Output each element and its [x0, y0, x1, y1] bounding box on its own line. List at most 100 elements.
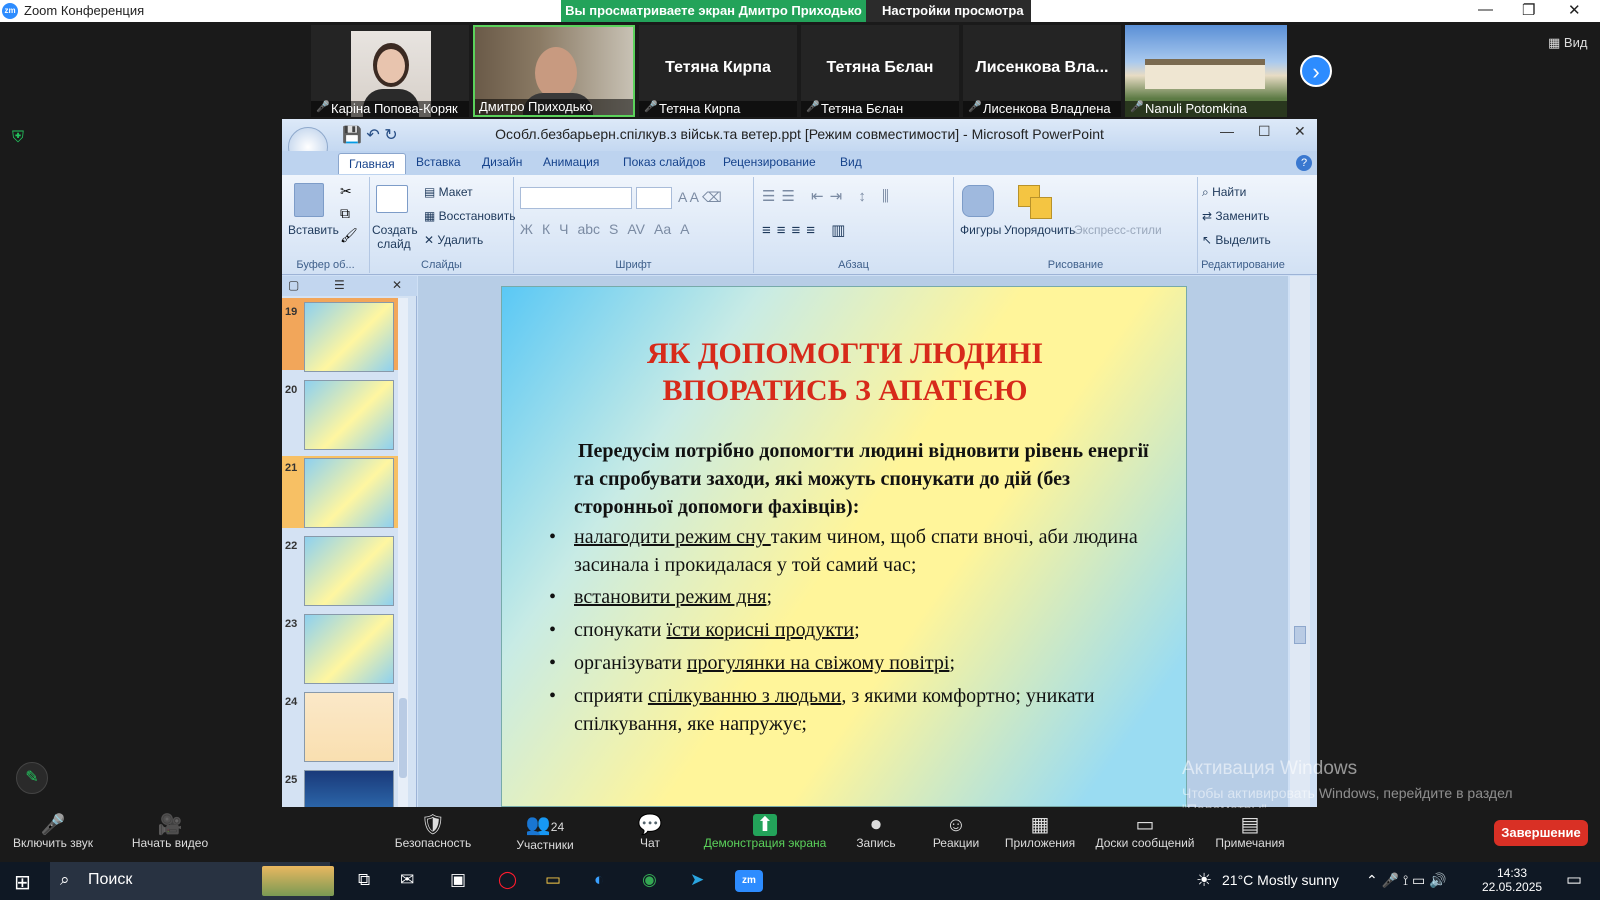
save-icon[interactable]: 💾	[342, 127, 362, 144]
view-settings-button[interactable]: Настройки просмотра ⌄	[866, 0, 1031, 40]
view-button[interactable]: ▦ Вид	[1548, 35, 1587, 51]
annotate-pencil-icon[interactable]: ✎	[16, 762, 48, 794]
store-icon[interactable]: ▣	[450, 870, 466, 890]
panel-close-icon[interactable]: ✕	[392, 278, 402, 292]
font-name-input[interactable]	[520, 187, 632, 209]
slide-thumbnail[interactable]	[304, 692, 394, 762]
security-button[interactable]: 🛡 Безопасность	[388, 814, 478, 850]
paste-button[interactable]: Вставить	[288, 223, 339, 237]
find-button[interactable]: ⌕ Найти	[1202, 185, 1246, 200]
participant-tile[interactable]: Тетяна Кирпа 🎤 Тетяна Кирпа	[639, 25, 797, 117]
outline-tab-icon[interactable]: ☰	[334, 278, 345, 292]
clock[interactable]: 14:33 22.05.2025	[1482, 866, 1542, 894]
cut-icon[interactable]: ✂	[340, 183, 352, 200]
opera-icon[interactable]: ◯	[498, 870, 517, 890]
strikethrough-button[interactable]: abc	[577, 221, 600, 237]
video-off-icon: 🎥	[157, 814, 183, 836]
layout-button[interactable]: ▤ Макет	[424, 185, 473, 199]
current-slide[interactable]: ЯК ДОПОМОГТИ ЛЮДИНІ ВПОРАТИСЬ З АПАТІЄЮ …	[501, 286, 1187, 807]
chat-button[interactable]: 💬 Чат	[620, 814, 680, 850]
telegram-icon[interactable]: ➤	[690, 870, 704, 890]
quick-styles-button[interactable]: Экспресс-стили	[1074, 223, 1162, 237]
participant-tile[interactable]: 🎤 Nanuli Potomkina	[1125, 25, 1287, 117]
change-case-button[interactable]: Aa	[654, 221, 671, 237]
slide-thumbnail[interactable]	[304, 536, 394, 606]
mail-icon[interactable]: ✉	[400, 870, 414, 890]
close-button[interactable]: ✕	[1568, 1, 1581, 19]
slide-thumbnail-current[interactable]	[304, 458, 394, 528]
slide-scrollbar[interactable]	[1290, 276, 1310, 807]
slide-thumbnail[interactable]	[304, 770, 394, 807]
unmute-button[interactable]: 🎤 Включить звук	[8, 814, 98, 850]
quick-access-toolbar[interactable]: 💾 ↶ ↻	[342, 125, 398, 145]
participants-button[interactable]: 👥24 Участники	[500, 814, 590, 852]
record-button[interactable]: ⏺ Запись	[846, 814, 906, 850]
ppt-minimize-button[interactable]: —	[1220, 123, 1234, 139]
participant-tile[interactable]: 🎤 Каріна Попова-Коряк	[311, 25, 469, 117]
weather-text[interactable]: 21°C Mostly sunny	[1222, 872, 1339, 888]
select-button[interactable]: ↖ Выделить	[1202, 233, 1271, 247]
tab-slideshow[interactable]: Показ слайдов	[623, 155, 706, 169]
whiteboards-button[interactable]: ▭ Доски сообщений	[1090, 814, 1200, 850]
restore-button[interactable]: ❐	[1522, 1, 1535, 19]
undo-icon[interactable]: ↶	[366, 127, 379, 144]
delete-slide-button[interactable]: ✕ Удалить	[424, 233, 483, 247]
windows-activation-title: Активация Windows	[1182, 758, 1358, 779]
start-video-button[interactable]: 🎥 Начать видео	[120, 814, 220, 850]
notifications-icon[interactable]: ▭	[1566, 870, 1582, 890]
tab-review[interactable]: Рецензирование	[723, 155, 816, 169]
file-explorer-icon[interactable]: ▭	[545, 870, 561, 890]
edge-icon[interactable]: ◐	[594, 870, 604, 890]
shadow-button[interactable]: S	[609, 221, 618, 237]
tray-icons[interactable]: ⌃ 🎤 ⟟ ▭ 🔊	[1366, 872, 1447, 889]
end-meeting-button[interactable]: Завершение	[1494, 820, 1588, 846]
ppt-close-button[interactable]: ✕	[1294, 123, 1306, 140]
bold-button[interactable]: Ж	[520, 221, 533, 237]
task-view-icon[interactable]: ⧉	[358, 870, 370, 890]
arrange-button[interactable]: Упорядочить	[1004, 223, 1075, 237]
shapes-button[interactable]: Фигуры	[960, 223, 1001, 237]
minimize-button[interactable]: —	[1478, 1, 1493, 18]
participant-tile[interactable]: Лисенкова Вла... 🎤 Лисенкова Владлена	[963, 25, 1121, 117]
font-size-input[interactable]	[636, 187, 672, 209]
layout-icon: ▤	[424, 185, 439, 199]
next-page-arrow-icon[interactable]: ›	[1300, 55, 1332, 87]
spacing-button[interactable]: AV	[627, 221, 645, 237]
font-grow-shrink-buttons[interactable]: A A ⌫	[678, 189, 722, 206]
reset-button[interactable]: ▦ Восстановить	[424, 209, 516, 223]
ppt-maximize-button[interactable]: ☐	[1258, 123, 1271, 140]
copy-icon[interactable]: ⧉	[340, 205, 350, 222]
apps-button[interactable]: ▦ Приложения	[1000, 814, 1080, 850]
slide-thumbnail[interactable]	[304, 302, 394, 372]
share-screen-button[interactable]: ⬆ Демонстрация экрана	[700, 814, 830, 850]
replace-button[interactable]: ⇄ Заменить	[1202, 209, 1269, 223]
slide-thumbnail[interactable]	[304, 380, 394, 450]
new-slide-button[interactable]: Создать слайд	[372, 223, 418, 251]
participant-tile-active-speaker[interactable]: Дмитро Приходько	[473, 25, 635, 117]
participant-tile[interactable]: Тетяна Бєлан 🎤 Тетяна Бєлан	[801, 25, 959, 117]
slide-thumbnail[interactable]	[304, 614, 394, 684]
underline-button[interactable]: Ч	[559, 221, 568, 237]
list-buttons[interactable]: ☰☰ ⇤⇥ ↕ ⫼	[762, 187, 895, 205]
slides-tab-icon[interactable]: ▢	[288, 278, 299, 292]
tab-insert[interactable]: Вставка	[416, 155, 461, 169]
thumb-scrollbar[interactable]	[398, 298, 408, 807]
alignment-buttons[interactable]: ≡≡≡≡ ▥	[762, 221, 851, 239]
font-color-button[interactable]: A	[680, 221, 689, 237]
format-painter-icon[interactable]: 🖌	[340, 227, 358, 244]
reactions-button[interactable]: ☺ Реакции	[926, 814, 986, 850]
help-icon[interactable]: ?	[1296, 155, 1312, 171]
notes-button[interactable]: ▤ Примечания	[1210, 814, 1290, 850]
windows-start-icon[interactable]: ⊞	[14, 870, 31, 895]
zoom-taskbar-icon[interactable]: zm	[735, 870, 763, 892]
tab-view[interactable]: Вид	[840, 155, 862, 169]
tab-animation[interactable]: Анимация	[543, 155, 599, 169]
tab-design[interactable]: Дизайн	[482, 155, 522, 169]
search-placeholder: Поиск	[88, 871, 133, 888]
tab-home[interactable]: Главная	[338, 153, 406, 174]
redo-icon[interactable]: ↻	[384, 127, 397, 144]
shapes-icon	[962, 185, 994, 217]
chrome-icon[interactable]: ◉	[642, 870, 657, 890]
italic-button[interactable]: К	[542, 221, 550, 237]
ribbon: Вставить ✂ ⧉ 🖌 Буфер об... Создать слайд…	[282, 175, 1317, 275]
